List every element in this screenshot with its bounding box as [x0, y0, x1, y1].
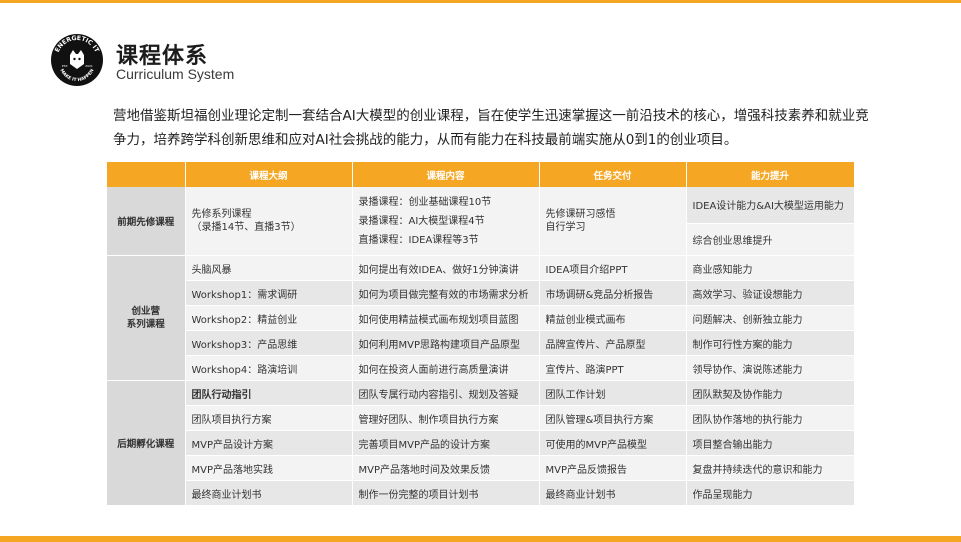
cell-delivery: 团队管理&项目执行方案 — [539, 405, 687, 431]
cell-delivery: MVP产品反馈报告 — [539, 455, 687, 481]
cell-skills: 复盘并持续迭代的意识和能力 — [686, 455, 855, 481]
logo-est-text: EST. — [62, 64, 68, 68]
cell-skills: IDEA设计能力&AI大模型运用能力 — [686, 187, 855, 224]
phase-label-incubation: 后期孵化课程 — [107, 380, 186, 506]
cell-skills: 领导协作、演说陈述能力 — [686, 355, 855, 381]
cell-skills: 高效学习、验证设想能力 — [686, 280, 855, 306]
cell-outline-line: （录播14节、直播3节） — [191, 222, 301, 233]
cell-content: 如何为项目做完整有效的市场需求分析 — [352, 280, 540, 306]
cell-delivery: 精益创业模式画布 — [539, 305, 687, 331]
table-row: 团队项目执行方案 管理好团队、制作项目执行方案 团队管理&项目执行方案 团队协作… — [107, 405, 855, 431]
cell-skills: 团队默契及协作能力 — [686, 380, 855, 406]
table-row: 前期先修课程 先修系列课程 （录播14节、直播3节） 录播课程：创业基础课程10… — [107, 187, 855, 256]
cell-content: 管理好团队、制作项目执行方案 — [352, 405, 540, 431]
cell-outline: 团队行动指引 — [185, 380, 353, 406]
table-row: MVP产品落地实践 MVP产品落地时间及效果反馈 MVP产品反馈报告 复盘并持续… — [107, 455, 855, 481]
cell-delivery: 可使用的MVP产品模型 — [539, 430, 687, 456]
table-row: Workshop2：精益创业 如何使用精益模式画布规划项目蓝图 精益创业模式画布… — [107, 305, 855, 331]
cell-outline: MVP产品设计方案 — [185, 430, 353, 456]
curriculum-table: 课程大纲 课程内容 任务交付 能力提升 前期先修课程 先修系列课程 （录播14节… — [107, 162, 855, 506]
header-delivery: 任务交付 — [539, 162, 687, 187]
table-row: 最终商业计划书 制作一份完整的项目计划书 最终商业计划书 作品呈现能力 — [107, 480, 855, 506]
cell-skills: 问题解决、创新独立能力 — [686, 305, 855, 331]
cell-content: 如何在投资人面前进行高质量演讲 — [352, 355, 540, 381]
cell-outline: Workshop1：需求调研 — [185, 280, 353, 306]
bottom-accent-bar — [0, 536, 961, 542]
table-row: MVP产品设计方案 完善项目MVP产品的设计方案 可使用的MVP产品模型 项目整… — [107, 430, 855, 456]
cell-outline: 先修系列课程 （录播14节、直播3节） — [185, 187, 353, 256]
cell-outline: Workshop3：产品思维 — [185, 330, 353, 356]
cell-outline: Workshop2：精益创业 — [185, 305, 353, 331]
page-subtitle: Curriculum System — [116, 66, 235, 82]
table-row: 后期孵化课程 团队行动指引 团队专属行动内容指引、规划及答疑 团队工作计划 团队… — [107, 380, 855, 506]
cell-content: 制作一份完整的项目计划书 — [352, 480, 540, 506]
header-skills: 能力提升 — [686, 162, 855, 187]
phase-label-prework: 前期先修课程 — [107, 187, 186, 256]
cell-delivery-line: 先修课研习感悟 — [545, 209, 616, 220]
phase-label-camp: 创业营 系列课程 — [107, 255, 186, 381]
cell-outline: MVP产品落地实践 — [185, 455, 353, 481]
cell-outline: 最终商业计划书 — [185, 480, 353, 506]
cell-content: 录播课程：创业基础课程10节 录播课程：AI大模型课程4节 直播课程：IDEA课… — [352, 187, 540, 256]
phase-label-line: 系列课程 — [126, 319, 165, 330]
header-phase — [107, 162, 186, 187]
cell-delivery: 品牌宣传片、产品原型 — [539, 330, 687, 356]
cell-content: 团队专属行动内容指引、规划及答疑 — [352, 380, 540, 406]
top-accent-bar — [0, 0, 961, 3]
cell-content: MVP产品落地时间及效果反馈 — [352, 455, 540, 481]
cell-content-line: 录播课程：创业基础课程10节 — [358, 196, 492, 208]
cell-delivery: 市场调研&竞品分析报告 — [539, 280, 687, 306]
cell-content-line: 录播课程：AI大模型课程4节 — [358, 215, 485, 227]
cell-skills: 项目整合输出能力 — [686, 430, 855, 456]
cell-content: 如何使用精益模式画布规划项目蓝图 — [352, 305, 540, 331]
cell-delivery: 先修课研习感悟 自行学习 — [539, 187, 687, 256]
table-row: Workshop4：路演培训 如何在投资人面前进行高质量演讲 宣传片、路演PPT… — [107, 355, 855, 381]
cell-delivery: 最终商业计划书 — [539, 480, 687, 506]
cell-skills: 团队协作落地的执行能力 — [686, 405, 855, 431]
cell-skills: 商业感知能力 — [686, 255, 855, 281]
table-row: Workshop3：产品思维 如何利用MVP思路构建项目产品原型 品牌宣传片、产… — [107, 330, 855, 356]
cell-skills: 作品呈现能力 — [686, 480, 855, 506]
cell-content: 如何利用MVP思路构建项目产品原型 — [352, 330, 540, 356]
intro-paragraph: 营地借鉴斯坦福创业理论定制一套结合AI大模型的创业课程，旨在使学生迅速掌握这一前… — [113, 108, 869, 148]
cell-outline-line: 先修系列课程 — [191, 209, 252, 220]
cell-content: 完善项目MVP产品的设计方案 — [352, 430, 540, 456]
header-content: 课程内容 — [352, 162, 540, 187]
header-outline: 课程大纲 — [185, 162, 353, 187]
cell-content: 如何提出有效IDEA、做好1分钟演讲 — [352, 255, 540, 281]
cell-outline: Workshop4：路演培训 — [185, 355, 353, 381]
cell-skills: 制作可行性方案的能力 — [686, 330, 855, 356]
cell-content-line: 直播课程：IDEA课程等3节 — [358, 234, 479, 246]
table-header-row: 课程大纲 课程内容 任务交付 能力提升 — [107, 162, 855, 187]
table-row: Workshop1：需求调研 如何为项目做完整有效的市场需求分析 市场调研&竞品… — [107, 280, 855, 306]
cell-delivery: 团队工作计划 — [539, 380, 687, 406]
cell-skills: 综合创业思维提升 — [686, 223, 855, 257]
cell-delivery: IDEA项目介绍PPT — [539, 255, 687, 281]
phase-label-line: 创业营 — [131, 306, 160, 317]
cell-outline: 头脑风暴 — [185, 255, 353, 281]
cell-delivery-line: 自行学习 — [545, 222, 586, 233]
logo-year-text: 2021 — [85, 64, 93, 68]
table-row: 创业营 系列课程 头脑风暴 如何提出有效IDEA、做好1分钟演讲 IDEA项目介… — [107, 255, 855, 381]
cell-outline: 团队项目执行方案 — [185, 405, 353, 431]
cell-delivery: 宣传片、路演PPT — [539, 355, 687, 381]
energetic-it-logo-icon: ENERGETIC IT MAKE IT HAPPEN EST. 2021 — [51, 34, 103, 86]
